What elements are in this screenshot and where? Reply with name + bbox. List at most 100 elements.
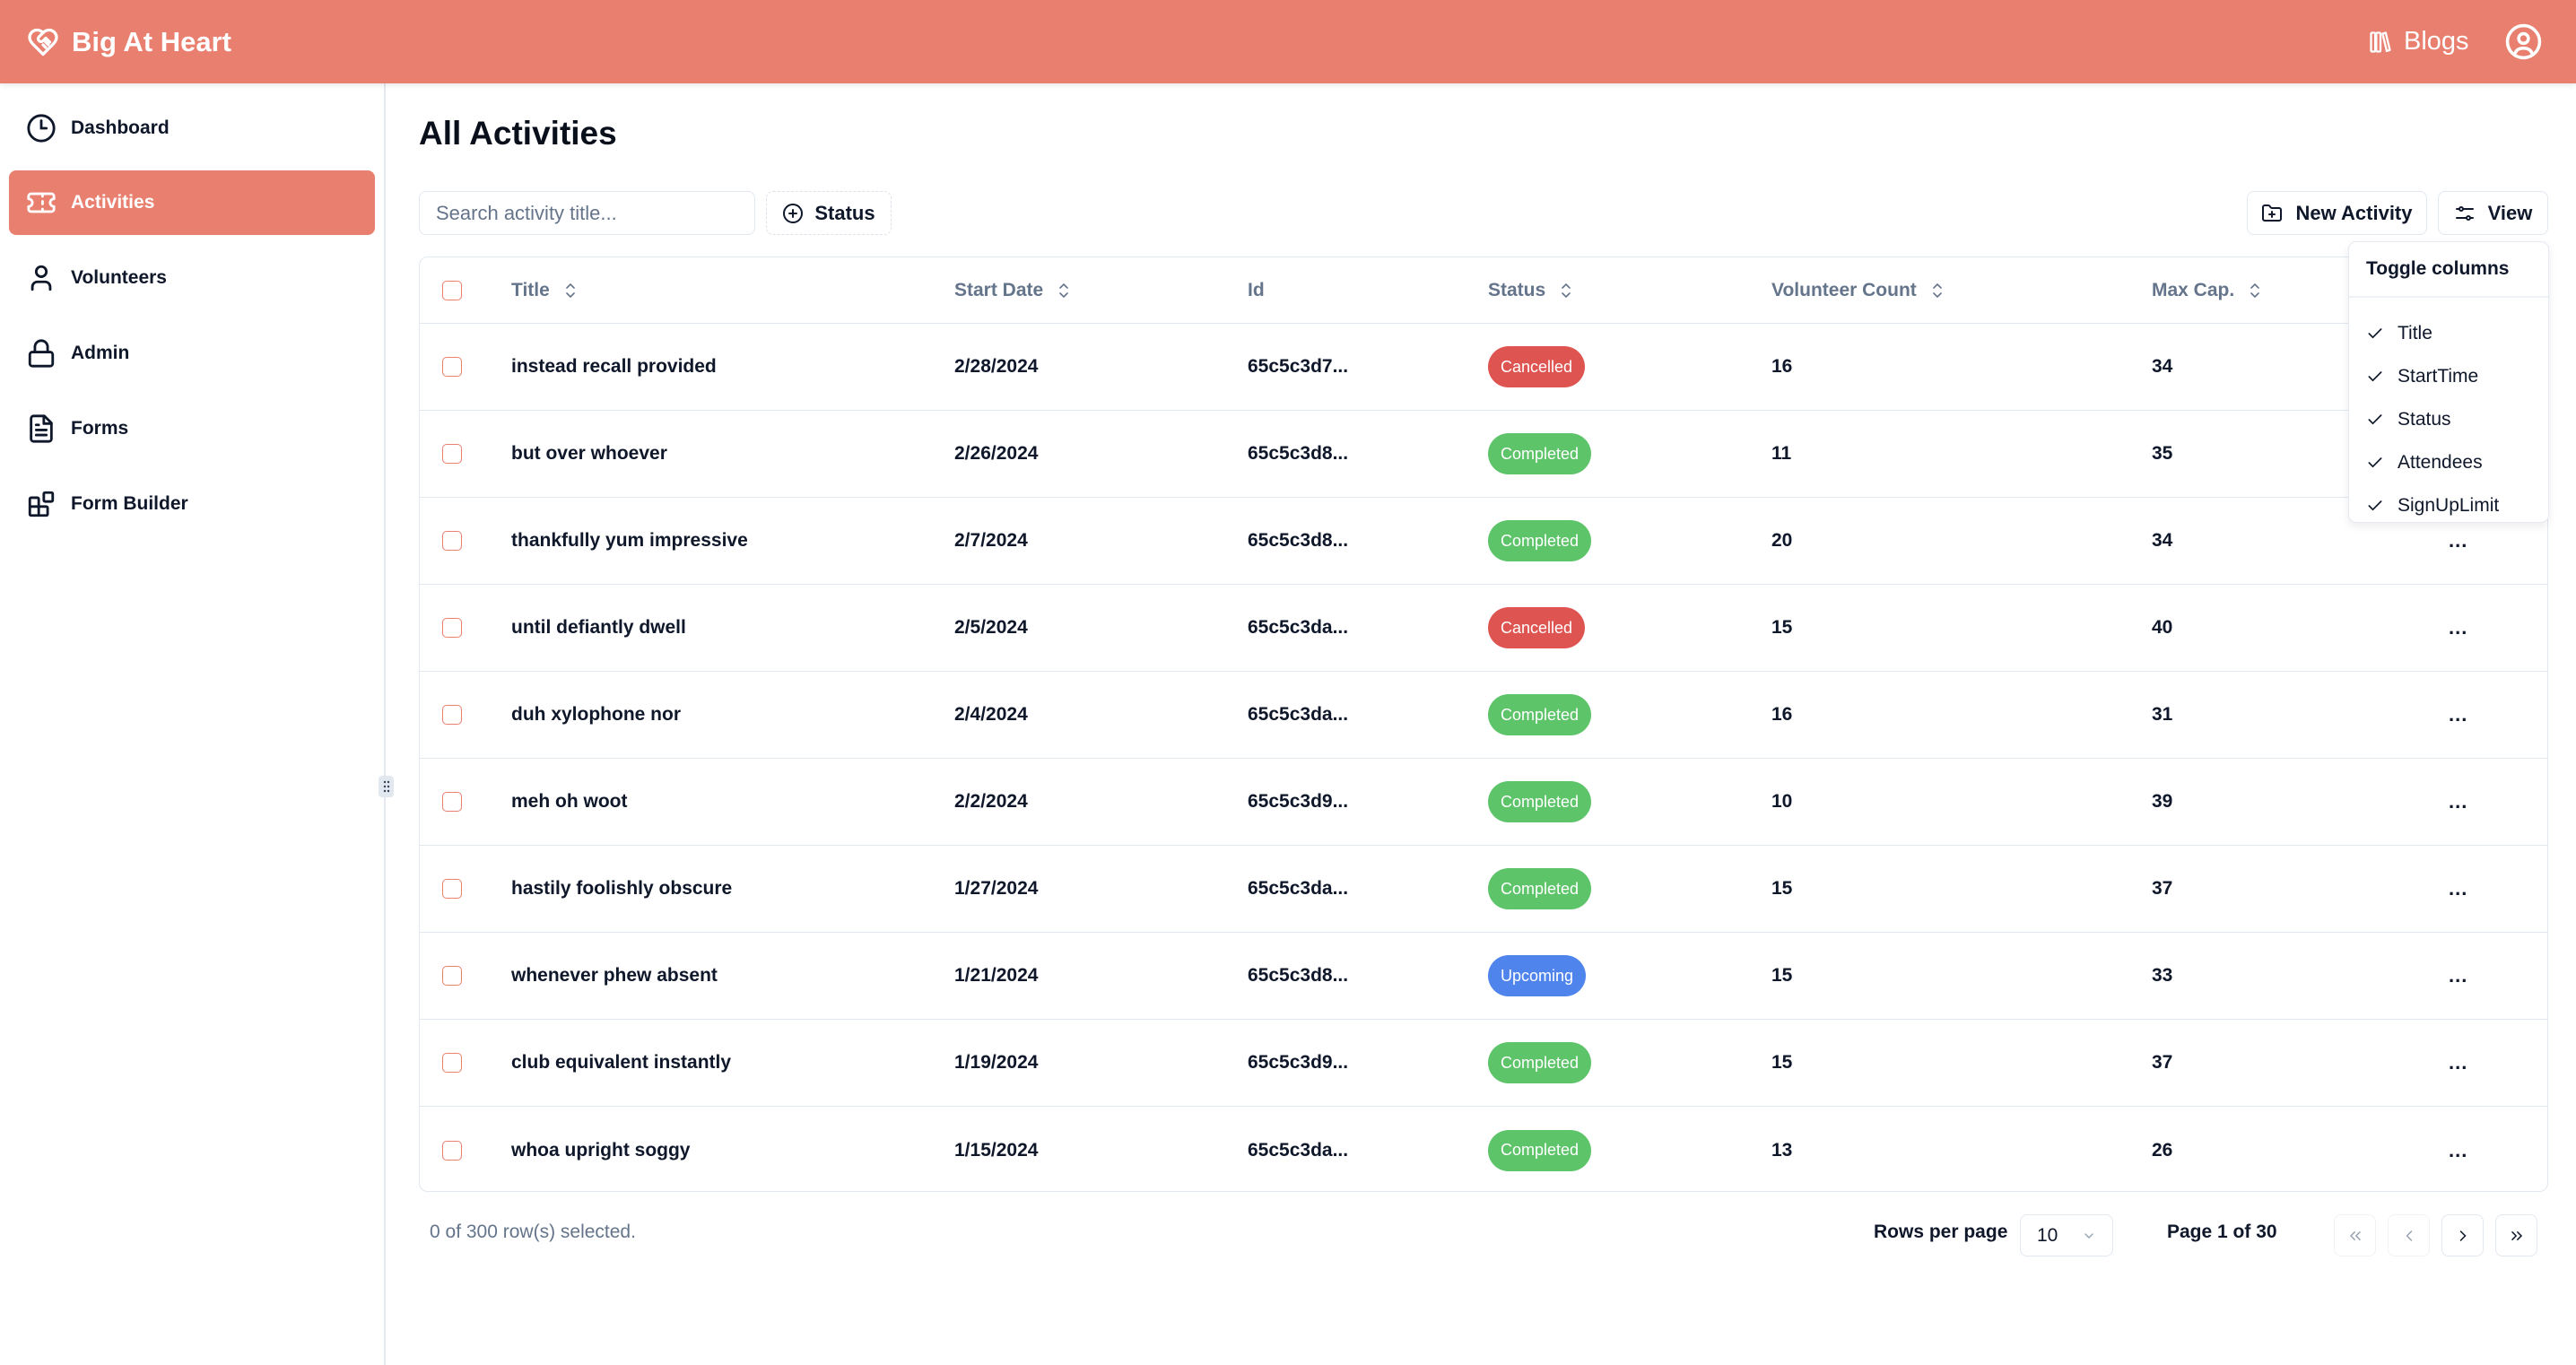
sidebar-item-form-builder[interactable]: Form Builder [9,472,375,536]
column-header-start-date[interactable]: Start Date [954,257,1070,323]
toggle-columns-menu: Toggle columns Title StartTime Status Atten… [2348,241,2549,523]
rows-per-page-select[interactable]: 10 [2020,1214,2113,1256]
row-select-checkbox[interactable] [442,531,462,551]
title-cell: whoa upright soggy [511,1139,691,1161]
max-cap-cell: 26 [2152,1139,2173,1161]
sliders-horizontal-icon [2455,205,2474,221]
status-badge: Completed [1488,433,1592,474]
title-cell: until defiantly dwell [511,617,686,638]
table-row: meh oh woot 2/2/2024 65c5c3d9... Completed 1… [420,759,2547,846]
sidebar-item-label: Dashboard [71,117,170,138]
row-select-checkbox[interactable] [442,444,462,464]
sidebar-item-label: Forms [71,418,129,439]
id-cell: 65c5c3d8... [1248,965,1349,986]
status-cell: Completed [1488,672,1592,758]
toggle-column-item[interactable]: Attendees [2349,441,2548,484]
start-date-cell: 2/28/2024 [954,356,1039,377]
sidebar-resize-handle[interactable] [379,776,394,797]
row-select-checkbox[interactable] [442,966,462,986]
toggle-column-item[interactable]: StartTime [2349,355,2548,398]
new-activity-button[interactable]: New Activity [2247,191,2427,235]
title-cell: duh xylophone nor [511,704,681,725]
column-header-volunteer-count[interactable]: Volunteer Count [1771,257,1944,323]
title-cell: whenever phew absent [511,965,718,986]
row-actions-button[interactable]: ... [2449,1020,2467,1106]
menu-separator [2349,296,2548,298]
max-cap-cell: 35 [2152,443,2173,464]
toggle-column-label: Status [2398,409,2451,430]
view-options-button[interactable]: View [2438,191,2548,235]
previous-page-button[interactable] [2388,1214,2430,1256]
status-cell: Completed [1488,1020,1592,1106]
row-actions-button[interactable]: ... [2449,585,2467,671]
sort-icon [1932,283,1942,298]
heart-handshake-icon [28,28,58,56]
row-select-checkbox[interactable] [442,357,462,377]
volunteer-count-cell: 16 [1771,356,1793,377]
brand-logo[interactable]: Big At Heart [27,0,231,83]
start-date-cell: 1/15/2024 [954,1139,1039,1161]
volunteer-count-cell: 15 [1771,617,1793,638]
row-select-checkbox[interactable] [442,1140,462,1161]
row-actions-button[interactable]: ... [2449,846,2467,932]
row-actions-button[interactable]: ... [2449,672,2467,758]
status-cell: Completed [1488,498,1592,584]
first-page-button[interactable] [2334,1214,2376,1256]
rows-per-page-value: 10 [2037,1224,2058,1246]
row-actions-button[interactable]: ... [2449,933,2467,1019]
row-actions-button[interactable]: ... [2449,1107,2467,1191]
table-header-row: Title Start Date Id Status Volunteer Cou… [420,257,2547,324]
start-date-cell: 2/5/2024 [954,617,1028,638]
max-cap-cell: 37 [2152,1052,2173,1073]
row-select-checkbox[interactable] [442,1053,462,1073]
table-row: whoa upright soggy 1/15/2024 65c5c3da... Co… [420,1107,2547,1191]
start-date-cell: 2/2/2024 [954,791,1028,812]
search-input[interactable] [419,191,755,235]
last-page-button[interactable] [2495,1214,2537,1256]
sidebar-item-activities[interactable]: Activities [9,170,375,235]
page-info: Page 1 of 30 [2167,1222,2277,1242]
status-cell: Completed [1488,846,1592,932]
id-cell: 65c5c3d8... [1248,443,1349,464]
row-select-checkbox[interactable] [442,618,462,638]
new-activity-label: New Activity [2295,201,2413,224]
max-cap-cell: 37 [2152,878,2173,899]
toggle-column-item[interactable]: Status [2349,398,2548,441]
row-actions-button[interactable]: ... [2449,759,2467,845]
column-header-title[interactable]: Title [511,257,577,323]
row-select-checkbox[interactable] [442,792,462,812]
max-cap-cell: 34 [2152,356,2173,377]
check-icon [2368,414,2382,425]
id-cell: 65c5c3d9... [1248,1052,1349,1073]
table-row: club equivalent instantly 1/19/2024 65c5c3… [420,1020,2547,1107]
file-text-icon [30,414,53,443]
table-row: but over whoever 2/26/2024 65c5c3d8... Comp… [420,411,2547,498]
sidebar-item-dashboard[interactable]: Dashboard [9,96,375,161]
column-header-max-cap[interactable]: Max Cap. [2152,257,2261,323]
next-page-button[interactable] [2441,1214,2484,1256]
check-icon [2368,457,2382,468]
toggle-column-item[interactable]: SignUpLimit [2349,484,2548,527]
sidebar: Dashboard Activities Volunteers Admin Fo… [0,83,386,1365]
sidebar-item-admin[interactable]: Admin [9,321,375,386]
toggle-column-item[interactable]: Title [2349,312,2548,355]
select-all-checkbox[interactable] [442,280,462,300]
volunteer-count-cell: 20 [1771,530,1793,551]
top-bar: Big At Heart Blogs [0,0,2576,83]
user-avatar-icon[interactable] [2504,22,2543,61]
column-header-id: Id [1248,279,1265,300]
sort-icon [2250,283,2260,298]
title-cell: hastily foolishly obscure [511,878,733,899]
clock-icon [27,114,56,143]
ticket-icon [27,192,56,213]
status-filter-label: Status [814,201,875,224]
sidebar-item-forms[interactable]: Forms [9,396,375,461]
status-filter-button[interactable]: Status [766,191,892,235]
brand-name: Big At Heart [72,25,231,57]
column-header-status[interactable]: Status [1488,257,1572,323]
blogs-link[interactable]: Blogs [2368,0,2469,83]
row-select-checkbox[interactable] [442,705,462,725]
sidebar-item-volunteers[interactable]: Volunteers [9,246,375,310]
row-select-checkbox[interactable] [442,879,462,899]
table-row: thankfully yum impressive 2/7/2024 65c5c3d… [420,498,2547,585]
